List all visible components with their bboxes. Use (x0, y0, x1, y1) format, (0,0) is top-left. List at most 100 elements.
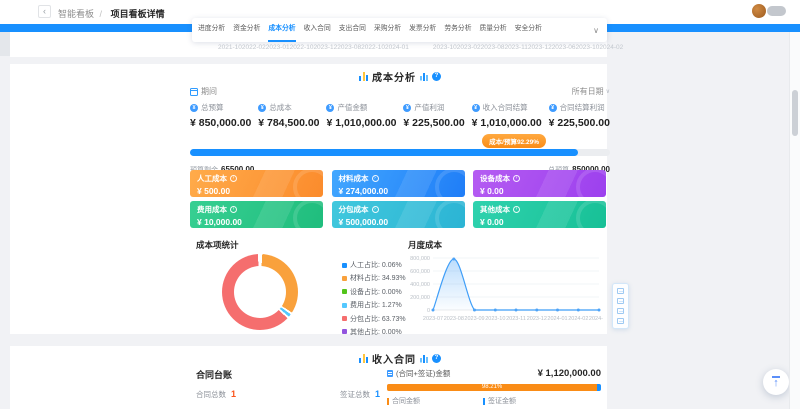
cost-category-card[interactable]: 材料成本 › ¥ 274,000.00 (332, 170, 465, 197)
part-label: 签证金额 (488, 396, 516, 406)
scrollbar-thumb[interactable] (792, 90, 798, 136)
cost-category-card[interactable]: 设备成本 › ¥ 0.00 (473, 170, 606, 197)
help-icon[interactable]: ? (432, 354, 441, 363)
breadcrumb-current: 项目看板详情 (111, 9, 165, 19)
cost-category-card[interactable]: 分包成本 › ¥ 500,000.00 (332, 201, 465, 228)
cost-card-label: 费用成本 (197, 204, 227, 215)
breadcrumb-root[interactable]: 智能看板 (58, 9, 94, 19)
coin-icon: ¥ (549, 104, 557, 112)
user-avatar[interactable] (752, 4, 766, 18)
tab[interactable]: 支出合同 (339, 18, 366, 42)
cost-category-card[interactable]: 其他成本 › ¥ 0.00 (473, 201, 606, 228)
svg-text:0: 0 (427, 308, 430, 314)
cost-category-card[interactable]: 人工成本 › ¥ 500.00 (190, 170, 323, 197)
date-filter-dropdown[interactable]: 所有日期 ∨ (572, 86, 610, 97)
back-to-top-button[interactable]: ↑ (763, 369, 789, 395)
tab[interactable]: 发票分析 (409, 18, 436, 42)
arrow-right-icon: › (513, 206, 520, 213)
cost-category-grid: 人工成本 › ¥ 500.00 材料成本 › ¥ 274,000.00 (190, 170, 606, 228)
calendar-icon (190, 88, 198, 96)
doc-icon[interactable] (617, 288, 624, 294)
legend-dot (342, 303, 347, 308)
help-icon[interactable]: ? (432, 72, 441, 81)
user-name-pill[interactable] (767, 6, 786, 16)
svg-text:600,000: 600,000 (410, 269, 430, 275)
cost-card-value: ¥ 0.00 (480, 186, 599, 196)
legend-item: 其他占比: 0.00% (342, 327, 406, 337)
count-value[interactable]: 1 (375, 389, 380, 399)
coin-icon: ¥ (190, 104, 198, 112)
axis-date-label: 2023-12 (528, 44, 552, 51)
axis-date-label: 2021-10 (218, 44, 242, 51)
budget-progress-bar (190, 149, 610, 156)
legend-item: 材料占比: 34.93% (342, 273, 406, 283)
legend-text: 费用占比: 1.27% (350, 300, 402, 310)
date-filter-value: 所有日期 (572, 86, 604, 97)
mini-chart-icon (420, 355, 428, 363)
document-icon (387, 370, 393, 377)
stat-value: ¥ 850,000.00 (190, 117, 251, 129)
tab[interactable]: 安全分析 (515, 18, 542, 42)
visa-count: 签证总数 1 (340, 389, 380, 400)
legend-item: 设备占比: 0.00% (342, 287, 406, 297)
contract-amount-segment: 98.21% (387, 384, 597, 391)
svg-text:2024-01: 2024-01 (547, 316, 567, 322)
tab[interactable]: 采购分析 (374, 18, 401, 42)
legend-text: 分包占比: 63.73% (350, 314, 406, 324)
tab[interactable]: 成本分析 (268, 18, 295, 42)
arrow-right-icon: › (513, 175, 520, 182)
count-label: 签证总数 (340, 389, 370, 400)
cost-card-label: 设备成本 (480, 173, 510, 184)
tab[interactable]: 收入合同 (304, 18, 331, 42)
section-header: 收入合同 ? (190, 351, 607, 366)
stat-value: ¥ 784,500.00 (258, 117, 319, 129)
visa-amount-segment (597, 384, 601, 391)
cost-analysis-card: 成本分析 ? 期间 所有日期 ∨ ¥ (10, 64, 607, 334)
period-label: 期间 (201, 86, 217, 97)
monthly-cost-area-chart: 0200,000400,000600,000800,0002023-072023… (403, 248, 603, 332)
stat-value: ¥ 225,500.00 (549, 117, 610, 129)
stat-label: 收入合同结算 (483, 102, 528, 113)
legend-dot (342, 316, 347, 321)
cost-card-value: ¥ 500,000.00 (339, 217, 458, 227)
axis-date-label: 2023-12 (313, 44, 337, 51)
arrow-right-icon: › (230, 175, 237, 182)
donut-chart-title: 成本项统计 (196, 239, 239, 251)
stat-label: 总预算 (201, 102, 224, 113)
cost-card-label: 材料成本 (339, 173, 369, 184)
tab[interactable]: 质量分析 (480, 18, 507, 42)
back-button[interactable]: ‹ (38, 5, 51, 18)
chevron-down-icon[interactable]: ∨ (593, 26, 599, 35)
legend-text: 其他占比: 0.00% (350, 327, 402, 337)
income-contract-card: 收入合同 ? 合同台账 合同总数 1 签证总数 1 (合同+签证)金额 (10, 346, 607, 409)
arrow-right-icon: › (230, 206, 237, 213)
part-color-marker (387, 398, 389, 405)
plus-icon[interactable] (617, 308, 624, 314)
note-icon[interactable] (617, 318, 624, 324)
bar-chart-icon (359, 354, 368, 363)
coin-icon: ¥ (403, 104, 411, 112)
svg-text:2024-03: 2024-03 (589, 316, 603, 322)
legend-dot (342, 289, 347, 294)
grid-icon[interactable] (617, 298, 624, 304)
axis-date-label: 2024-01 (385, 44, 409, 51)
cost-category-card[interactable]: 费用成本 › ¥ 10,000.00 (190, 201, 323, 228)
contract-count: 合同总数 1 (196, 389, 236, 400)
axis-date-label: 2022-02 (242, 44, 266, 51)
tab[interactable]: 进度分析 (198, 18, 225, 42)
chevron-down-icon: ∨ (606, 88, 610, 95)
tab[interactable]: 劳务分析 (444, 18, 471, 42)
scrollbar-track[interactable] (789, 32, 800, 409)
legend-dot (342, 276, 347, 281)
stat-item: ¥ 总预算 ¥ 850,000.00 (190, 102, 251, 129)
tab[interactable]: 资金分析 (233, 18, 260, 42)
breadcrumb-separator: / (100, 9, 103, 19)
axis-date-label: 2024-02 (599, 44, 623, 51)
coin-icon: ¥ (472, 104, 480, 112)
axis-date-label: 2023-01 (266, 44, 290, 51)
stat-item: ¥ 收入合同结算 ¥ 1,010,000.00 (472, 102, 542, 129)
axis-date-label: 2023-06 (552, 44, 576, 51)
cost-card-value: ¥ 500.00 (197, 186, 316, 196)
legend-dot (342, 329, 347, 334)
count-value[interactable]: 1 (231, 389, 236, 399)
